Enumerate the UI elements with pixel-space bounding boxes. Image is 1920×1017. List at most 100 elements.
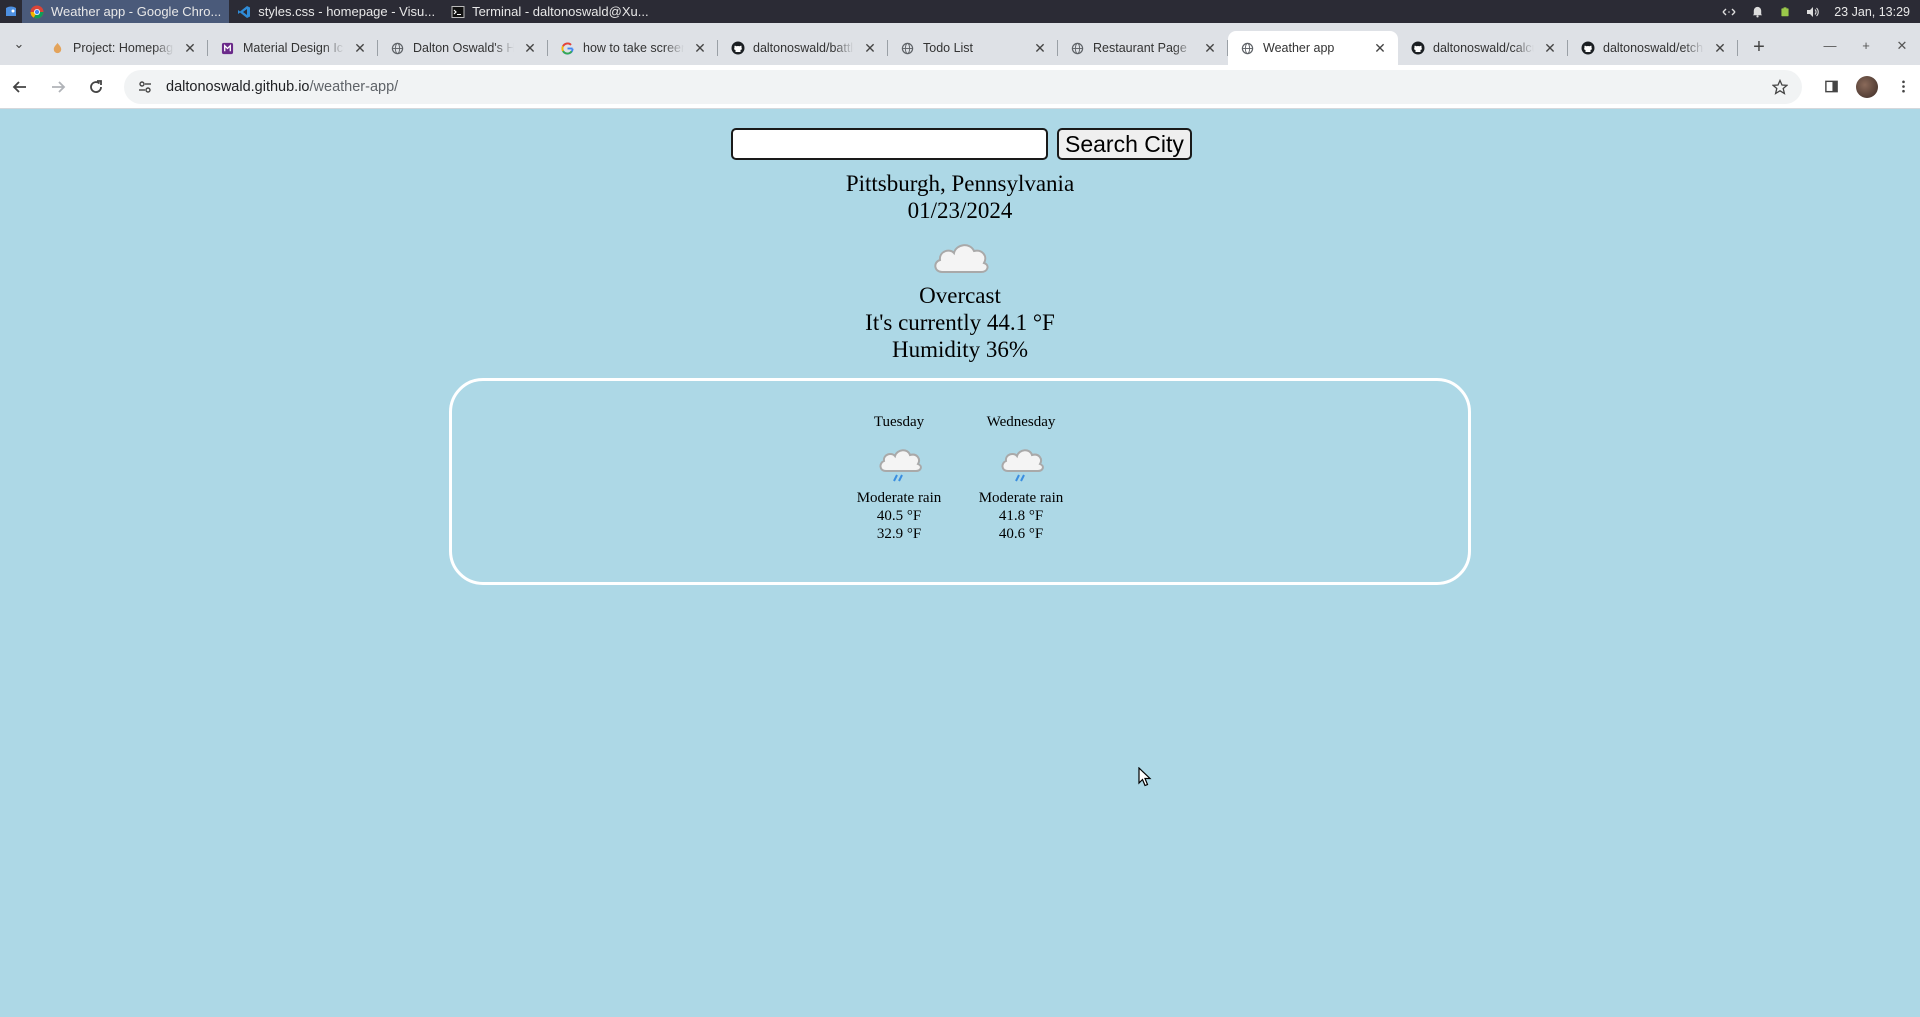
tab-material-design-icons[interactable]: Material Design Icons ✕ — [208, 31, 378, 65]
city-search-input[interactable] — [731, 128, 1048, 160]
forecast-low: 40.6 °F — [998, 526, 1044, 542]
forecast-day-name: Wednesday — [986, 414, 1056, 430]
close-window-icon[interactable]: ✕ — [1884, 38, 1920, 54]
tab-todo-list[interactable]: Todo List ✕ — [888, 31, 1058, 65]
odin-icon — [50, 41, 65, 56]
close-icon[interactable]: ✕ — [1542, 40, 1558, 56]
github-icon — [1410, 41, 1425, 56]
cloud-icon — [928, 234, 992, 280]
more-menu-icon[interactable] — [1890, 74, 1916, 100]
tab-label: daltonoswald/battleship — [753, 41, 854, 55]
bookmark-star-icon[interactable] — [1770, 77, 1790, 97]
address-bar[interactable]: daltonoswald.github.io/weather-app/ — [124, 69, 1802, 104]
tab-github-etch-a-sketch[interactable]: daltonoswald/etch-a-sketch ✕ — [1568, 31, 1738, 65]
mouse-cursor-icon — [1138, 767, 1152, 787]
google-icon — [560, 41, 575, 56]
current-condition: Overcast — [919, 283, 1001, 308]
globe-icon — [900, 41, 915, 56]
forecast-panel: Tuesday Moderate rain 40.5 °F 32.9 °F We… — [449, 378, 1471, 585]
toolbar-right — [1818, 74, 1916, 100]
material-icon — [220, 41, 235, 56]
current-date: 01/23/2024 — [907, 198, 1013, 223]
current-weather: Pittsburgh, Pennsylvania 01/23/2024 Over… — [0, 170, 1920, 363]
current-temperature: It's currently 44.1 °F — [865, 310, 1055, 335]
window-controls: — + ✕ — [1812, 38, 1920, 54]
system-tray: 23 Jan, 13:29 — [1722, 5, 1920, 19]
rain-cloud-icon — [997, 441, 1045, 487]
close-icon[interactable]: ✕ — [1202, 40, 1218, 56]
current-humidity: Humidity 36% — [891, 337, 1029, 362]
minimize-icon[interactable]: — — [1812, 38, 1848, 54]
close-icon[interactable]: ✕ — [692, 40, 708, 56]
arrow-right-icon — [52, 80, 66, 93]
forecast-high: 40.5 °F — [876, 508, 922, 524]
globe-icon — [1240, 41, 1255, 56]
close-icon[interactable]: ✕ — [182, 40, 198, 56]
tab-label: daltonoswald/etch-a-sketch — [1603, 41, 1704, 55]
site-info-icon[interactable] — [136, 78, 154, 96]
close-icon[interactable]: ✕ — [352, 40, 368, 56]
browser-tab-strip: ⌄ Project: Homepage ✕ Material Design Ic… — [0, 23, 1920, 65]
forecast-high: 41.8 °F — [998, 508, 1044, 524]
tab-label: how to take screenshot — [583, 41, 684, 55]
battery-icon[interactable] — [1778, 5, 1792, 19]
browser-toolbar: daltonoswald.github.io/weather-app/ — [0, 65, 1920, 109]
notification-bell-icon[interactable] — [1750, 5, 1764, 19]
plus-icon: + — [1753, 35, 1765, 58]
url-host: daltonoswald.github.io — [166, 78, 310, 95]
profile-avatar[interactable] — [1854, 74, 1880, 100]
system-clock[interactable]: 23 Jan, 13:29 — [1834, 5, 1910, 19]
chevron-down-icon: ⌄ — [13, 36, 25, 51]
close-icon[interactable]: ✕ — [522, 40, 538, 56]
url-path: /weather-app/ — [309, 78, 399, 95]
taskbar-task-label: styles.css - homepage - Visu... — [258, 4, 436, 19]
network-icon[interactable] — [1722, 5, 1736, 19]
tab-weather-app[interactable]: Weather app ✕ — [1228, 31, 1398, 65]
tab-github-calculator[interactable]: daltonoswald/calculator ✕ — [1398, 31, 1568, 65]
vscode-icon — [237, 5, 251, 19]
globe-icon — [1070, 41, 1085, 56]
new-tab-button[interactable]: + — [1744, 32, 1774, 62]
reload-icon — [90, 79, 102, 93]
arrow-left-icon — [12, 80, 26, 93]
tab-dalton-homepage[interactable]: Dalton Oswald's Homepage ✕ — [378, 31, 548, 65]
tab-label: Dalton Oswald's Homepage — [413, 41, 514, 55]
tab-google-search[interactable]: how to take screenshot ✕ — [548, 31, 718, 65]
tab-label: Todo List — [923, 41, 974, 55]
reload-button[interactable] — [78, 69, 114, 105]
tab-label: Restaurant Page — [1093, 41, 1187, 55]
search-city-button[interactable]: Search City — [1057, 128, 1192, 160]
close-icon[interactable]: ✕ — [1712, 40, 1728, 56]
close-icon[interactable]: ✕ — [862, 40, 878, 56]
taskbar-task-terminal[interactable]: Terminal - daltonoswald@Xu... — [443, 0, 657, 23]
maximize-icon[interactable]: + — [1848, 38, 1884, 54]
os-menu-icon[interactable] — [0, 0, 22, 23]
forecast-low: 32.9 °F — [876, 526, 922, 542]
weather-app-page: Search City Pittsburgh, Pennsylvania 01/… — [0, 110, 1920, 1017]
taskbar-task-chrome[interactable]: Weather app - Google Chro... — [22, 0, 230, 23]
forecast-condition: Moderate rain — [856, 490, 942, 506]
forecast-days: Tuesday Moderate rain 40.5 °F 32.9 °F We… — [452, 381, 1468, 543]
taskbar-task-vscode[interactable]: styles.css - homepage - Visu... — [229, 0, 443, 23]
tab-search-button[interactable]: ⌄ — [0, 23, 38, 65]
globe-icon — [390, 41, 405, 56]
github-icon — [1580, 41, 1595, 56]
volume-icon[interactable] — [1806, 5, 1820, 19]
close-icon[interactable]: ✕ — [1372, 40, 1388, 56]
city-search-form: Search City — [731, 128, 1192, 160]
forecast-day: Tuesday Moderate rain 40.5 °F 32.9 °F — [849, 413, 949, 543]
close-icon[interactable]: ✕ — [1032, 40, 1048, 56]
forward-button[interactable] — [40, 69, 76, 105]
avatar — [1856, 75, 1878, 98]
url-text: daltonoswald.github.io/weather-app/ — [166, 79, 398, 95]
location-name: Pittsburgh, Pennsylvania — [845, 171, 1075, 196]
tab-github-battleship[interactable]: daltonoswald/battleship ✕ — [718, 31, 888, 65]
chrome-icon — [30, 5, 44, 19]
back-button[interactable] — [2, 69, 38, 105]
forecast-day-name: Tuesday — [873, 414, 925, 430]
tab-project-homepage[interactable]: Project: Homepage ✕ — [38, 31, 208, 65]
side-panel-icon[interactable] — [1818, 74, 1844, 100]
forecast-condition: Moderate rain — [978, 490, 1064, 506]
tab-restaurant-page[interactable]: Restaurant Page ✕ — [1058, 31, 1228, 65]
tab-label: Material Design Icons — [243, 41, 344, 55]
